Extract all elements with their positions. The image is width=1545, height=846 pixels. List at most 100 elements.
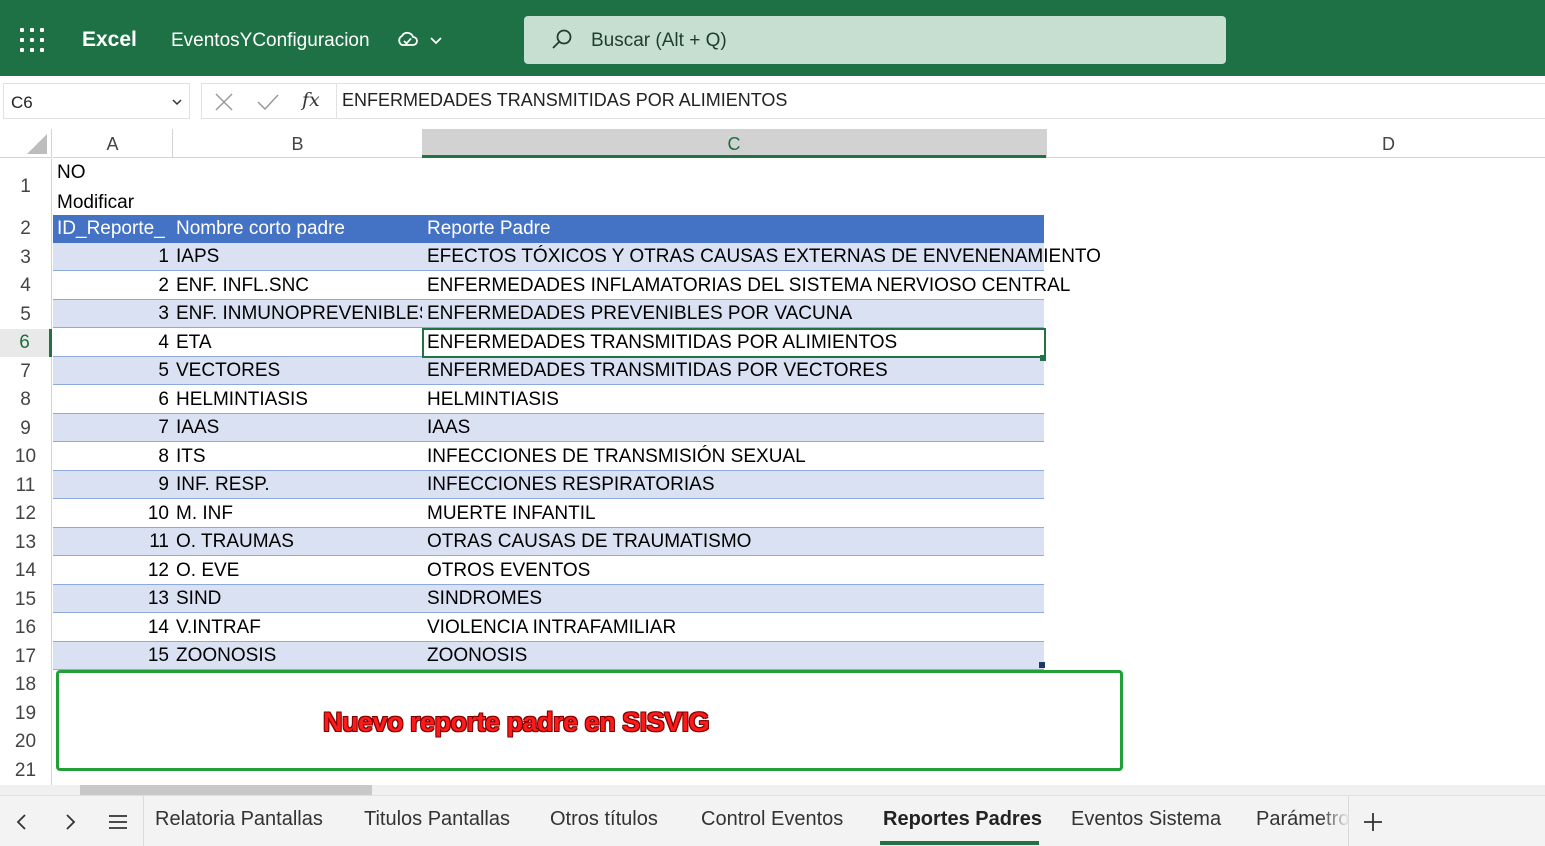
table-cell-name[interactable]: INFECCIONES RESPIRATORIAS xyxy=(427,471,715,499)
horizontal-scrollbar[interactable] xyxy=(0,785,1545,795)
row-header[interactable]: 17 xyxy=(0,642,52,671)
table-cell-name[interactable]: SINDROMES xyxy=(427,585,542,613)
enter-icon[interactable] xyxy=(256,92,280,112)
row-header[interactable]: 4 xyxy=(0,272,52,300)
row-header[interactable]: 11 xyxy=(0,471,52,500)
row-header[interactable]: 6 xyxy=(0,329,52,357)
row-header[interactable]: 9 xyxy=(0,414,52,443)
table-cell-short[interactable]: O. EVE xyxy=(176,557,239,585)
select-all-corner[interactable] xyxy=(0,129,52,158)
table-cell-id[interactable]: 3 xyxy=(57,300,169,328)
table-cell-short[interactable]: SIND xyxy=(176,585,221,613)
table-cell-short[interactable]: ENF. INMUNOPREVENIBLES xyxy=(176,300,422,328)
table-cell-name[interactable]: OTROS EVENTOS xyxy=(427,557,590,585)
table-cell-name[interactable]: EFECTOS TÓXICOS Y OTRAS CAUSAS EXTERNAS … xyxy=(427,243,1101,271)
formula-input[interactable]: ENFERMEDADES TRANSMITIDAS POR ALIMIENTOS xyxy=(337,83,1545,119)
all-sheets-icon[interactable] xyxy=(106,810,130,834)
app-name[interactable]: Excel xyxy=(82,28,137,52)
table-cell-id[interactable]: 9 xyxy=(57,471,169,499)
row-header[interactable]: 8 xyxy=(0,386,52,414)
table-cell-name[interactable]: INFECCIONES DE TRANSMISIÓN SEXUAL xyxy=(427,443,806,471)
table-cell-id[interactable]: 2 xyxy=(57,272,169,300)
cell-a1-line1[interactable]: NO xyxy=(57,159,86,187)
row-header[interactable]: 5 xyxy=(0,300,52,329)
table-header-id[interactable]: ID_Reporte_ xyxy=(57,215,165,243)
table-cell-id[interactable]: 1 xyxy=(57,243,169,271)
row-header[interactable]: 13 xyxy=(0,528,52,557)
search-box[interactable]: Buscar (Alt + Q) xyxy=(524,16,1226,64)
sheet-tab-reportes-padres[interactable]: Reportes Padres xyxy=(883,808,1042,831)
table-cell-name[interactable]: ENFERMEDADES TRANSMITIDAS POR VECTORES xyxy=(427,357,888,385)
sheet-tab-eventos-sistema[interactable]: Eventos Sistema xyxy=(1071,808,1221,831)
table-cell-id[interactable]: 12 xyxy=(57,557,169,585)
table-cell-name[interactable]: VIOLENCIA INTRAFAMILIAR xyxy=(427,614,676,642)
sheet-tab-control-eventos[interactable]: Control Eventos xyxy=(701,808,843,831)
table-cell-id[interactable]: 8 xyxy=(57,443,169,471)
next-sheet-icon[interactable] xyxy=(58,810,82,834)
row-header[interactable]: 19 xyxy=(0,699,52,728)
column-header-b[interactable]: B xyxy=(172,129,422,158)
column-header-c[interactable]: C xyxy=(422,129,1046,158)
chevron-down-icon[interactable] xyxy=(171,96,183,108)
fx-icon[interactable]: fx xyxy=(302,89,320,111)
table-cell-name[interactable]: MUERTE INFANTIL xyxy=(427,500,596,528)
table-cell-name[interactable]: IAAS xyxy=(427,414,470,442)
table-cell-id[interactable]: 5 xyxy=(57,357,169,385)
sheet-tab-otros-titulos[interactable]: Otros títulos xyxy=(550,808,658,831)
fill-handle[interactable] xyxy=(1040,355,1046,361)
row-header[interactable]: 7 xyxy=(0,357,52,386)
table-cell-short[interactable]: ETA xyxy=(176,329,212,357)
table-cell-name[interactable]: OTRAS CAUSAS DE TRAUMATISMO xyxy=(427,528,751,556)
table-cell-short[interactable]: ZOONOSIS xyxy=(176,642,276,670)
table-cell-name[interactable]: ENFERMEDADES INFLAMATORIAS DEL SISTEMA N… xyxy=(427,272,1070,300)
sheet-tab-relatoria-pantallas[interactable]: Relatoria Pantallas xyxy=(155,808,323,831)
row-header[interactable]: 2 xyxy=(0,215,52,243)
row-header[interactable]: 16 xyxy=(0,614,52,642)
table-cell-id[interactable]: 11 xyxy=(57,528,169,556)
row-header[interactable]: 15 xyxy=(0,585,52,614)
table-cell-short[interactable]: IAAS xyxy=(176,414,219,442)
table-cell-id[interactable]: 7 xyxy=(57,414,169,442)
column-header-a[interactable]: A xyxy=(53,129,172,158)
sheet-tab-titulos-pantallas[interactable]: Titulos Pantallas xyxy=(364,808,510,831)
table-cell-id[interactable]: 10 xyxy=(57,500,169,528)
row-header[interactable]: 12 xyxy=(0,500,52,528)
prev-sheet-icon[interactable] xyxy=(10,810,34,834)
name-box[interactable]: C6 xyxy=(3,83,190,119)
document-name[interactable]: EventosYConfiguracion xyxy=(171,30,370,52)
table-cell-id[interactable]: 13 xyxy=(57,585,169,613)
table-cell-short[interactable]: VECTORES xyxy=(176,357,280,385)
table-cell-id[interactable]: 6 xyxy=(57,386,169,414)
table-cell-short[interactable]: M. INF xyxy=(176,500,233,528)
table-cell-id[interactable]: 15 xyxy=(57,642,169,670)
table-cell-name[interactable]: ZOONOSIS xyxy=(427,642,527,670)
table-cell-id[interactable]: 14 xyxy=(57,614,169,642)
table-cell-short[interactable]: O. TRAUMAS xyxy=(176,528,294,556)
table-cell-name[interactable]: HELMINTIASIS xyxy=(427,386,559,414)
table-cell-id[interactable]: 4 xyxy=(57,329,169,357)
table-cell-short[interactable]: V.INTRAF xyxy=(176,614,261,642)
row-header[interactable]: 21 xyxy=(0,756,52,785)
row-header[interactable]: 14 xyxy=(0,557,52,585)
row-header[interactable]: 1 xyxy=(0,159,52,215)
chevron-down-icon[interactable] xyxy=(428,33,444,49)
table-header-short-name[interactable]: Nombre corto padre xyxy=(176,215,345,243)
row-header[interactable]: 18 xyxy=(0,671,52,699)
table-cell-short[interactable]: IAPS xyxy=(176,243,219,271)
waffle-icon[interactable] xyxy=(20,28,46,54)
table-cell-short[interactable]: HELMINTIASIS xyxy=(176,386,308,414)
table-cell-short[interactable]: INF. RESP. xyxy=(176,471,270,499)
table-cell-short[interactable]: ITS xyxy=(176,443,206,471)
sync-status-icon[interactable] xyxy=(396,30,418,52)
row-header[interactable]: 10 xyxy=(0,443,52,471)
column-header-d[interactable]: D xyxy=(1046,129,1545,158)
table-header-report-name[interactable]: Reporte Padre xyxy=(427,215,551,243)
cell-a1-line2[interactable]: Modificar xyxy=(57,189,134,217)
row-header[interactable]: 20 xyxy=(0,728,52,756)
table-cell-name[interactable]: ENFERMEDADES PREVENIBLES POR VACUNA xyxy=(427,300,852,328)
scrollbar-thumb[interactable] xyxy=(80,785,372,795)
row-header[interactable]: 3 xyxy=(0,243,52,272)
table-resize-handle[interactable] xyxy=(1039,662,1045,668)
add-sheet-icon[interactable] xyxy=(1361,810,1385,834)
table-cell-short[interactable]: ENF. INFL.SNC xyxy=(176,272,309,300)
